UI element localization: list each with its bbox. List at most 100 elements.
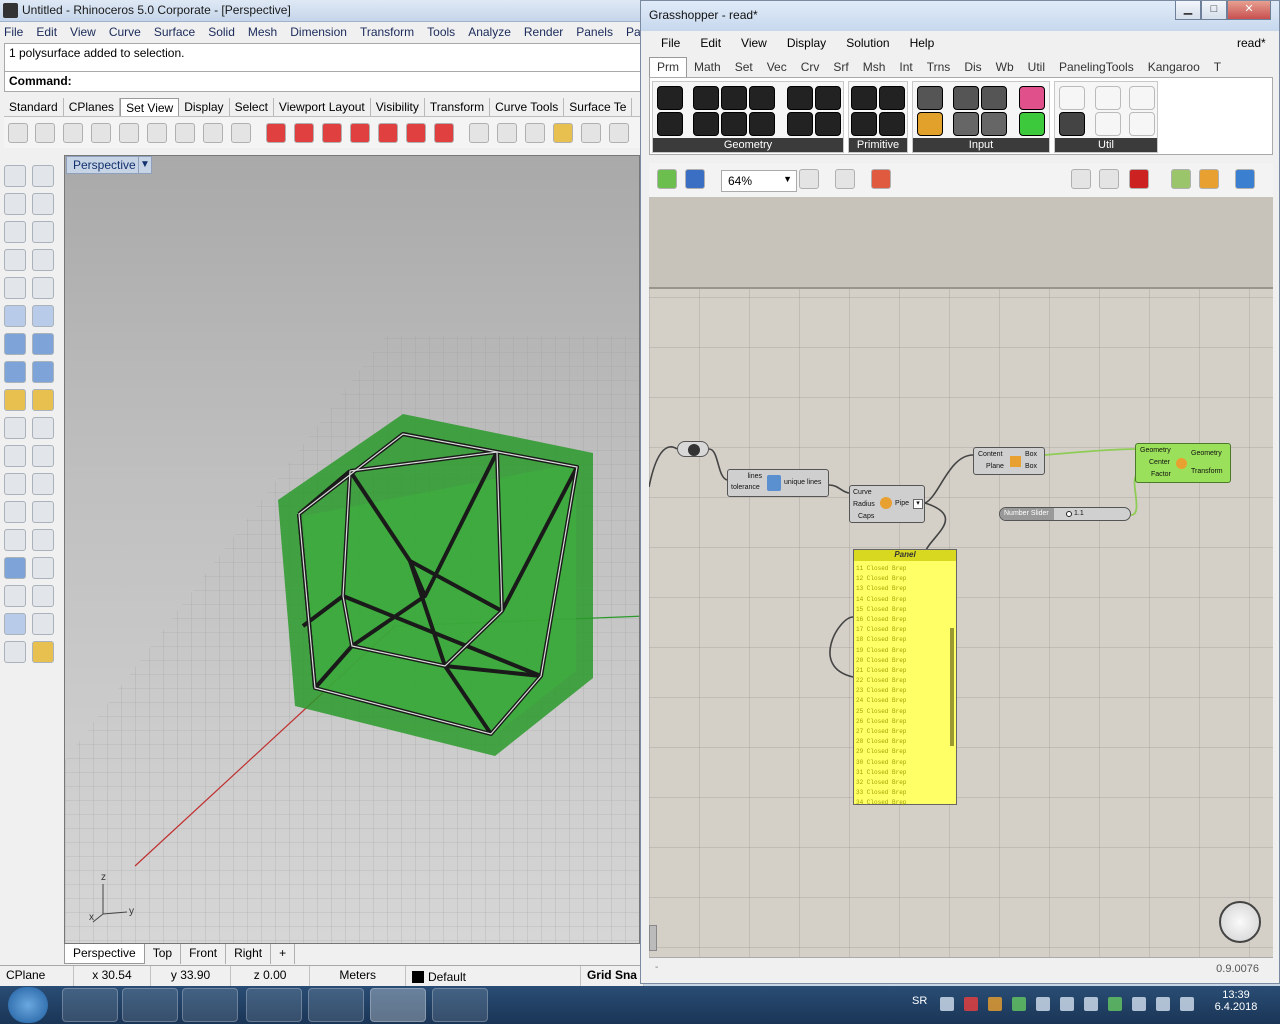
canvas-scroll-handle[interactable] [649,925,657,951]
input-panel-icon[interactable] [917,86,943,110]
tab-curve-tools[interactable]: Curve Tools [490,98,565,116]
dedup-input-lines[interactable]: lines [748,473,762,480]
save-file-icon[interactable] [685,169,705,189]
layer-icon[interactable] [32,585,54,607]
gh-tab-trns[interactable]: Trns [920,58,958,77]
hatch-icon[interactable] [32,557,54,579]
rhino-menu-curve[interactable]: Curve [109,25,141,39]
flask-icon[interactable] [1129,112,1155,136]
number-slider[interactable]: Number Slider 1.1 [999,507,1131,521]
zoom-chevron-down-icon[interactable]: ▼ [783,174,792,184]
box-input-content[interactable]: Content [978,451,1003,458]
data-input-icon[interactable] [1095,112,1121,136]
rhino-menu-edit[interactable]: Edit [36,25,57,39]
tray-shield-icon[interactable] [1036,997,1050,1011]
preview-shaded-icon[interactable] [1129,169,1149,189]
folder-views-icon[interactable] [553,123,573,143]
rhino-menu-surface[interactable]: Surface [154,25,195,39]
gh-tab-srf[interactable]: Srf [826,58,855,77]
gh-tab-overflow[interactable]: T [1207,58,1228,77]
rhino-task-icon[interactable] [370,988,426,1022]
rotate-view-icon[interactable] [35,123,55,143]
box-output-box-2[interactable]: Box [1025,463,1037,470]
camera-icon[interactable] [469,123,489,143]
box-input-plane[interactable]: Plane [986,463,1004,470]
preview-eye-icon[interactable] [835,169,855,189]
scale-output-geometry[interactable]: Geometry [1191,450,1222,457]
pipe-options-chevron-icon[interactable]: ▾ [913,499,923,509]
param-text-icon[interactable] [879,112,905,136]
input-list-icon[interactable] [981,112,1007,136]
render-icon[interactable] [4,641,26,663]
param-box-icon[interactable] [787,112,813,136]
rhino-menu-view[interactable]: View [70,25,96,39]
gh-tab-set[interactable]: Set [728,58,760,77]
panel-scrollbar[interactable] [950,628,954,746]
rhino-app-icon[interactable] [3,3,18,18]
viewport-tab-right[interactable]: Right [226,944,272,964]
polyline-icon[interactable] [4,193,26,215]
ribbon-label-primitive[interactable]: Primitive [849,138,907,152]
split-icon[interactable] [4,417,26,439]
boolean-union-icon[interactable] [32,333,54,355]
gh-tab-int[interactable]: Int [892,58,919,77]
ribbon-label-util[interactable]: Util [1055,138,1157,152]
array-icon[interactable] [4,529,26,551]
gh-tab-msh[interactable]: Msh [856,58,893,77]
param-boolean-icon[interactable] [851,86,877,110]
zoom-icon[interactable] [63,123,83,143]
tab-transform[interactable]: Transform [425,98,491,116]
text-icon[interactable] [4,501,26,523]
paint-icon[interactable] [32,641,54,663]
group-icon[interactable] [4,445,26,467]
curve-icon[interactable] [32,193,54,215]
zoom-target-icon[interactable] [175,123,195,143]
ribbon-label-geometry[interactable]: Geometry [653,138,843,152]
data-output-icon[interactable] [1095,86,1121,110]
block-icon[interactable] [4,557,26,579]
check-icon[interactable] [32,613,54,635]
back-view-car-icon[interactable] [294,123,314,143]
param-arc-icon[interactable] [721,86,747,110]
gh-tab-vec[interactable]: Vec [760,58,794,77]
polygon-icon[interactable] [4,249,26,271]
grasshopper-title-bar[interactable]: Grasshopper - read* ▁ □ ✕ [641,1,1279,31]
grid-array-icon[interactable] [4,585,26,607]
status-layer[interactable]: Default [406,966,581,986]
param-number-icon[interactable] [879,86,905,110]
gh-menu-display[interactable]: Display [787,36,826,50]
viewport-tab-perspective[interactable]: Perspective [64,944,145,964]
sphere-icon[interactable] [581,123,601,143]
gh-tab-util[interactable]: Util [1021,58,1052,77]
status-grid-snap[interactable]: Grid Sna [581,966,644,986]
rhino-menu-tools[interactable]: Tools [427,25,455,39]
zoom-window-icon[interactable] [119,123,139,143]
scale-output-transform[interactable]: Transform [1191,468,1223,475]
move-icon[interactable] [32,501,54,523]
dedup-output-unique-lines[interactable]: unique lines [784,479,821,486]
save-view-icon[interactable] [525,123,545,143]
tab-visibility[interactable]: Visibility [371,98,425,116]
point-icon[interactable] [32,165,54,187]
slider-grip[interactable] [1066,511,1072,517]
rhino-menu-panels[interactable]: Panels [576,25,613,39]
gh-tab-math[interactable]: Math [687,58,728,77]
param-mesh-icon[interactable] [815,86,841,110]
data-panel[interactable]: Panel 11 Closed Brep 12 Closed Brep 13 C… [853,549,957,806]
pipe-output-pipe[interactable]: Pipe [895,500,909,507]
fillet-curve-icon[interactable] [32,277,54,299]
dimension-icon[interactable] [4,473,26,495]
tray-action-center-icon[interactable] [1132,997,1146,1011]
trim-icon[interactable] [32,389,54,411]
document-preview-icon[interactable] [1235,169,1255,189]
scale-component[interactable]: Geometry Center Factor Geometry Transfor… [1135,443,1231,483]
command-line[interactable]: Command: [4,72,644,92]
perspective-viewport[interactable]: z x y [64,155,640,944]
input-slider-icon[interactable] [953,86,979,110]
gh-menu-edit[interactable]: Edit [700,36,721,50]
gh-tab-dis[interactable]: Dis [957,58,988,77]
tray-pen-icon[interactable] [1012,997,1026,1011]
analyze-icon[interactable] [4,613,26,635]
dedup-input-tolerance[interactable]: tolerance [731,484,760,491]
gh-tab-crv[interactable]: Crv [794,58,827,77]
